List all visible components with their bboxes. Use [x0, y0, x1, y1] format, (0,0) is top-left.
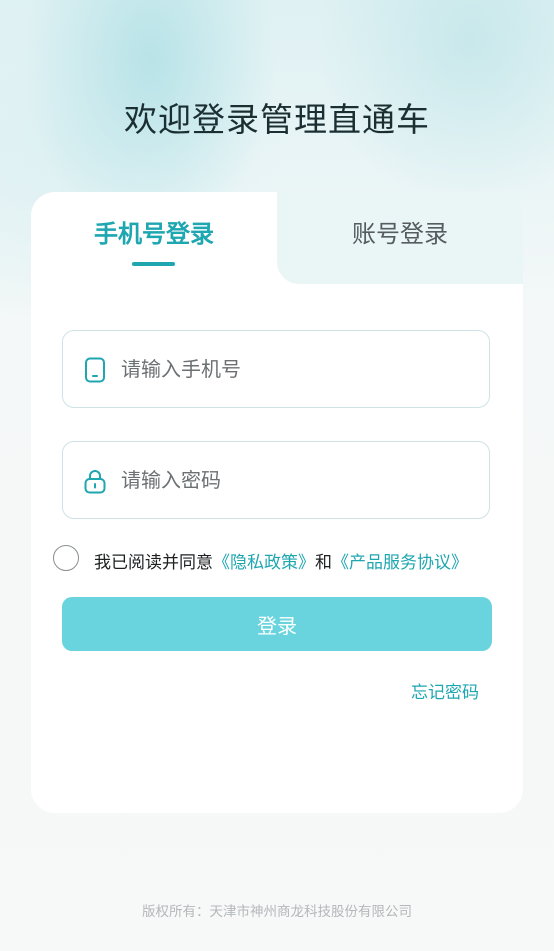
agreement-checkbox[interactable]	[53, 545, 79, 571]
tab-account-login[interactable]: 账号登录	[277, 214, 523, 249]
privacy-policy-link[interactable]: 《隐私政策》	[213, 553, 315, 573]
agreement-text: 我已阅读并同意《隐私政策》和《产品服务协议》	[94, 548, 468, 573]
agreement-prefix: 我已阅读并同意	[94, 553, 213, 573]
agreement-row: 我已阅读并同意《隐私政策》和《产品服务协议》	[53, 545, 513, 575]
login-button[interactable]: 登录	[62, 597, 492, 651]
phone-icon	[83, 357, 107, 383]
password-field[interactable]	[62, 441, 490, 519]
service-agreement-link[interactable]: 《产品服务协议》	[332, 553, 468, 573]
active-tab-indicator	[132, 262, 175, 266]
lock-icon	[83, 468, 107, 494]
agreement-connector: 和	[315, 553, 332, 573]
phone-input[interactable]	[121, 349, 461, 389]
login-card: 手机号登录 账号登录 我已阅读并同意《隐私政策》和《产品服务协议》 登录 忘记密…	[31, 192, 523, 813]
password-input[interactable]	[121, 460, 461, 500]
phone-field[interactable]	[62, 330, 490, 408]
copyright-footer: 版权所有：天津市神州商龙科技股份有限公司	[142, 904, 412, 920]
forgot-password-link[interactable]: 忘记密码	[411, 678, 479, 703]
tab-phone-login[interactable]: 手机号登录	[31, 214, 277, 249]
page-title: 欢迎登录管理直通车	[124, 100, 430, 139]
